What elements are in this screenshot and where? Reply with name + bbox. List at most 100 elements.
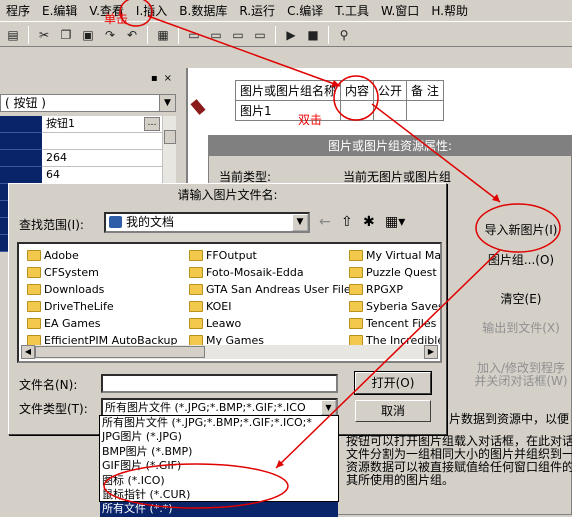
folder-item[interactable]: Syberia Saves — [349, 298, 440, 315]
menu-program[interactable]: 程序 — [0, 0, 36, 22]
save-icon[interactable]: ▤ — [2, 25, 24, 45]
window-layout-icon[interactable]: ▭ — [205, 25, 227, 45]
new-folder-icon[interactable]: ✱ — [363, 214, 375, 230]
folder-item[interactable]: Tencent Files — [349, 315, 436, 332]
binoculars-icon[interactable]: ⚲ — [333, 25, 355, 45]
toolbar-separator — [328, 25, 329, 44]
menu-help[interactable]: H.帮助 — [425, 0, 474, 22]
grid-cell[interactable]: 图片1 — [234, 100, 342, 121]
grid-row[interactable]: 图片1 — [234, 100, 444, 121]
scroll-right-icon[interactable]: ▶ — [424, 345, 438, 359]
description-line: 文件分割为一组相同大小的图片并组织到一起 — [346, 448, 572, 461]
chevron-down-icon[interactable]: ▼ — [321, 400, 336, 415]
description-block: 按钮可以打开图片组载入对话框，在此对话 文件分割为一组相同大小的图片并组织到一起… — [346, 435, 572, 487]
filetype-option[interactable]: 鼠标指针 (*.CUR) — [100, 488, 338, 502]
toolbar-separator — [147, 25, 148, 44]
look-in-combo[interactable]: 我的文档 ▼ — [104, 212, 310, 233]
open-image-file-dialog: 请输入图片文件名: 查找范围(I): 我的文档 ▼ ← ⇧ ✱ ▦▾ Adobe… — [8, 183, 447, 435]
folder-item[interactable]: Leawo — [189, 315, 241, 332]
close-icon[interactable]: × — [164, 73, 172, 84]
folder-item[interactable]: My Virtual Mach — [349, 247, 440, 264]
property-row[interactable]: 按钮1 — [0, 116, 162, 133]
file-list[interactable]: Adobe CFSystem Downloads DriveTheLife EA… — [17, 242, 442, 363]
folder-icon — [349, 250, 363, 261]
property-value[interactable] — [42, 133, 162, 150]
toolbar-separator — [275, 25, 276, 44]
find-icon[interactable]: ▦ — [152, 25, 174, 45]
ellipsis-button[interactable]: … — [144, 117, 160, 131]
folder-icon — [27, 284, 41, 295]
filetype-option[interactable]: 图标 (*.ICO) — [100, 474, 338, 488]
window-layout-icon[interactable]: ▭ — [249, 25, 271, 45]
scrollbar-thumb[interactable] — [164, 130, 176, 144]
import-image-button[interactable]: 导入新图片(I) — [471, 219, 571, 241]
folder-item[interactable]: Downloads — [27, 281, 104, 298]
scrollbar-thumb[interactable] — [35, 346, 205, 358]
component-combo[interactable]: ( 按钮 ) ▼ — [0, 94, 176, 112]
grid-cell[interactable] — [373, 100, 408, 121]
horizontal-scrollbar[interactable]: ◀ ▶ — [21, 345, 438, 359]
dialog-title: 请输入图片文件名: — [10, 185, 445, 206]
grid-header: 备 注 — [406, 80, 444, 101]
view-menu-icon[interactable]: ▦▾ — [385, 214, 405, 230]
property-value[interactable]: 64 — [42, 167, 162, 184]
folder-item[interactable]: GTA San Andreas User Files — [189, 281, 356, 298]
folder-icon — [189, 250, 203, 261]
property-value[interactable]: 264 — [42, 150, 162, 167]
folder-item[interactable]: CFSystem — [27, 264, 99, 281]
open-button[interactable]: 打开(O) — [354, 371, 432, 395]
filetype-option[interactable]: BMP图片 (*.BMP) — [100, 445, 338, 459]
filetype-option[interactable]: JPG图片 (*.JPG) — [100, 430, 338, 444]
stop-icon[interactable]: ■ — [302, 25, 324, 45]
menu-edit[interactable]: E.编辑 — [36, 0, 83, 22]
image-group-button[interactable]: 图片组...(O) — [471, 249, 571, 271]
cancel-button[interactable]: 取消 — [355, 400, 431, 422]
menu-window[interactable]: W.窗口 — [375, 0, 425, 22]
clear-button[interactable]: 清空(E) — [471, 288, 571, 310]
undo-icon[interactable]: ↶ — [121, 25, 143, 45]
filetype-option[interactable]: 所有图片文件 (*.JPG;*.BMP;*.GIF;*.ICO;* — [100, 416, 338, 430]
grid-cell[interactable] — [406, 100, 444, 121]
window-layout-icon[interactable]: ▭ — [227, 25, 249, 45]
export-button[interactable]: 输出到文件(X) — [471, 317, 571, 339]
add-modify-close-button[interactable]: 加入/修改到程序并关闭对话框(W) — [471, 362, 571, 396]
paste-icon[interactable]: ▣ — [77, 25, 99, 45]
menu-run[interactable]: R.运行 — [233, 0, 281, 22]
menu-insert[interactable]: I.插入 — [130, 0, 173, 22]
grid-cell[interactable] — [340, 100, 375, 121]
folder-item[interactable]: Foto-Mosaik-Edda — [189, 264, 304, 281]
filetype-dropdown-list[interactable]: 所有图片文件 (*.JPG;*.BMP;*.GIF;*.ICO;* JPG图片 … — [99, 415, 339, 517]
folder-item[interactable]: EA Games — [27, 315, 100, 332]
folder-item[interactable]: FFOutput — [189, 247, 257, 264]
menu-compile[interactable]: C.编译 — [281, 0, 329, 22]
double-click-annotation: 双击 — [298, 113, 323, 127]
grid-header: 内容 — [340, 80, 375, 101]
up-folder-icon[interactable]: ⇧ — [341, 214, 353, 230]
property-row[interactable] — [0, 133, 162, 150]
filetype-option[interactable]: GIF图片 (*.GIF) — [100, 459, 338, 473]
click-annotation: 单击 — [104, 12, 129, 26]
folder-icon — [349, 318, 363, 329]
toolbar-separator — [178, 25, 179, 44]
folder-item[interactable]: KOEI — [189, 298, 231, 315]
chevron-down-icon[interactable]: ▼ — [292, 214, 308, 231]
property-row[interactable]: 64 — [0, 167, 162, 184]
panel-header: ▪ × — [0, 70, 176, 86]
folder-item[interactable]: Adobe — [27, 247, 79, 264]
chevron-down-icon[interactable]: ▼ — [159, 95, 175, 111]
back-icon[interactable]: ← — [319, 214, 331, 230]
run-icon[interactable]: ▶ — [280, 25, 302, 45]
folder-item[interactable]: RPGXP — [349, 281, 403, 298]
copy-icon[interactable]: ❐ — [55, 25, 77, 45]
folder-item[interactable]: Puzzle Quest — [349, 264, 437, 281]
menu-tools[interactable]: T.工具 — [329, 0, 375, 22]
window-layout-icon[interactable]: ▭ — [183, 25, 205, 45]
scroll-left-icon[interactable]: ◀ — [21, 345, 35, 359]
folder-item[interactable]: DriveTheLife — [27, 298, 114, 315]
pin-icon[interactable]: ▪ — [151, 73, 158, 84]
property-row[interactable]: 264 — [0, 150, 162, 167]
menu-database[interactable]: B.数据库 — [173, 0, 233, 22]
filename-input[interactable] — [101, 374, 338, 393]
redo-icon[interactable]: ↷ — [99, 25, 121, 45]
cut-icon[interactable]: ✂ — [33, 25, 55, 45]
